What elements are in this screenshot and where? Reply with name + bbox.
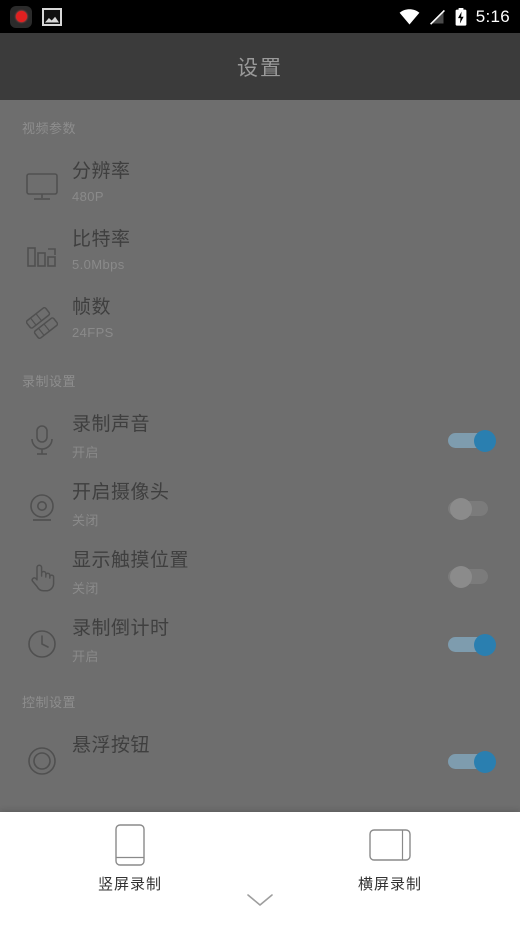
preference-row[interactable]: 比特率 5.0Mbps: [0, 217, 520, 285]
gallery-icon: [42, 7, 62, 26]
filmstrip-icon: [22, 303, 62, 343]
preference-value: 关闭: [72, 512, 99, 528]
preference-text: 分辨率 480P: [62, 155, 500, 204]
preference-toggle[interactable]: [444, 430, 500, 452]
touch-hand-icon: [22, 556, 62, 596]
preference-row[interactable]: 悬浮按钮: [0, 723, 520, 791]
portrait-record-label: 竖屏录制: [97, 876, 162, 893]
preference-title: 分辨率: [72, 161, 131, 182]
toggle-thumb: [450, 566, 472, 588]
settings-list[interactable]: 视频参数 分辨率 480P 比特率 5.0Mbps 帧数 24FPS 录制设置: [0, 100, 520, 812]
toggle-thumb: [474, 634, 496, 656]
status-bar-left-icons: [10, 5, 62, 28]
section-header: 控制设置: [22, 695, 77, 710]
preference-row[interactable]: 开启摄像头 关闭: [0, 470, 520, 538]
preference-value: 开启: [72, 444, 99, 460]
battery-charging-icon: [455, 7, 467, 26]
preference-value: 480P: [72, 188, 104, 204]
preference-toggle[interactable]: [444, 751, 500, 773]
phone-landscape-icon: [369, 824, 411, 866]
preference-row[interactable]: 分辨率 480P: [0, 149, 520, 217]
preference-title: 帧数: [72, 297, 112, 318]
chevron-down-icon: [246, 893, 274, 912]
preference-toggle[interactable]: [444, 566, 500, 588]
landscape-record-label: 横屏录制: [357, 876, 422, 893]
preference-title: 录制声音: [72, 414, 151, 435]
recording-mode-sheet: 竖屏录制 横屏录制: [0, 812, 520, 926]
preference-text: 比特率 5.0Mbps: [62, 223, 500, 272]
bitrate-icon: [22, 235, 62, 275]
status-bar-right-icons: 5:16: [399, 7, 510, 27]
app-screen: 5:16 设置 视频参数 分辨率 480P 比特率 5.0Mbps 帧数 24F…: [0, 0, 520, 926]
preference-toggle[interactable]: [444, 498, 500, 520]
signal-icon: [429, 9, 446, 25]
portrait-record-option[interactable]: 竖屏录制: [0, 824, 260, 894]
webcam-icon: [22, 488, 62, 528]
section-header: 视频参数: [22, 121, 77, 136]
toggle-thumb: [450, 498, 472, 520]
recording-mode-options: 竖屏录制 横屏录制: [0, 812, 520, 894]
section-header: 录制设置: [22, 374, 77, 389]
preference-text: 悬浮按钮: [62, 729, 444, 760]
preference-text: 开启摄像头 关闭: [62, 476, 444, 529]
preference-text: 录制倒计时 开启: [62, 612, 444, 665]
preference-title: 悬浮按钮: [72, 735, 151, 756]
collapse-sheet-button[interactable]: [0, 893, 520, 912]
screen-recorder-icon: [10, 5, 32, 28]
preference-title: 比特率: [72, 229, 131, 250]
landscape-record-option[interactable]: 横屏录制: [260, 824, 520, 894]
preference-row[interactable]: 录制倒计时 开启: [0, 606, 520, 674]
preference-title: 开启摄像头: [72, 482, 170, 503]
preference-toggle[interactable]: [444, 634, 500, 656]
toggle-thumb: [474, 430, 496, 452]
preference-row[interactable]: 帧数 24FPS: [0, 285, 520, 353]
preference-text: 显示触摸位置 关闭: [62, 544, 444, 597]
toggle-thumb: [474, 751, 496, 773]
preference-title: 显示触摸位置: [72, 550, 190, 571]
preference-value: 24FPS: [72, 324, 114, 340]
wifi-icon: [399, 8, 420, 25]
preference-text: 录制声音 开启: [62, 408, 444, 461]
phone-portrait-icon: [115, 824, 145, 866]
floating-button-icon: [22, 741, 62, 781]
status-bar: 5:16: [0, 0, 520, 33]
preference-value: 5.0Mbps: [72, 256, 125, 272]
status-bar-clock: 5:16: [475, 6, 510, 26]
preference-value: 关闭: [72, 580, 99, 596]
preference-row[interactable]: 录制声音 开启: [0, 402, 520, 470]
preference-text: 帧数 24FPS: [62, 291, 500, 340]
preference-title: 录制倒计时: [72, 618, 170, 639]
preference-value: 开启: [72, 648, 99, 664]
monitor-icon: [22, 167, 62, 207]
microphone-icon: [22, 420, 62, 460]
app-toolbar: 设置: [0, 33, 520, 100]
preference-row[interactable]: 显示触摸位置 关闭: [0, 538, 520, 606]
clock-icon: [22, 624, 62, 664]
page-title: 设置: [237, 56, 283, 80]
